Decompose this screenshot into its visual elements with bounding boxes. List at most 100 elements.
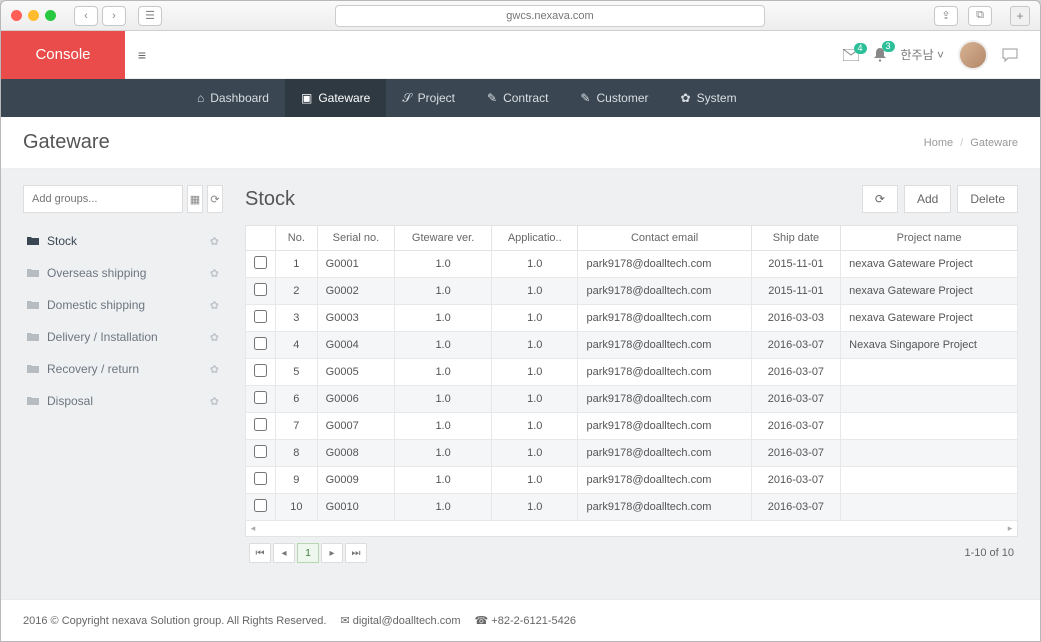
breadcrumb-current: Gateware (970, 137, 1018, 149)
folder-icon (27, 332, 39, 342)
table-row[interactable]: 9G00091.01.0park9178@doalltech.com2016-0… (246, 467, 1018, 494)
avatar[interactable] (958, 40, 988, 70)
gear-icon[interactable]: ✿ (210, 267, 219, 280)
add-button[interactable]: Add (904, 185, 951, 213)
table-row[interactable]: 8G00081.01.0park9178@doalltech.com2016-0… (246, 440, 1018, 467)
cell-serial: G0006 (317, 386, 395, 413)
row-checkbox[interactable] (254, 310, 267, 323)
cell-ship: 2016-03-07 (751, 494, 840, 521)
browser-tabs-button[interactable]: ⧉ (968, 6, 992, 26)
row-checkbox[interactable] (254, 364, 267, 377)
col-ship[interactable]: Ship date (751, 226, 840, 251)
refresh-groups-icon[interactable]: ⟳ (207, 185, 223, 213)
table-row[interactable]: 1G00011.01.0park9178@doalltech.com2015-1… (246, 251, 1018, 278)
pager-last-button[interactable]: ⏭ (345, 543, 367, 563)
cell-project (841, 494, 1018, 521)
browser-forward-button[interactable]: › (102, 6, 126, 26)
cell-project (841, 386, 1018, 413)
sidebar-item[interactable]: Domestic shipping✿ (23, 289, 223, 321)
gear-icon[interactable]: ✿ (210, 363, 219, 376)
col-serial[interactable]: Serial no. (317, 226, 395, 251)
cell-email: park9178@doalltech.com (578, 332, 751, 359)
pager-prev-button[interactable]: ◂ (273, 543, 295, 563)
browser-titlebar: ‹ › ☰ gwcs.nexava.com ⇪ ⧉ + (1, 1, 1040, 31)
cell-serial: G0003 (317, 305, 395, 332)
table-row[interactable]: 5G00051.01.0park9178@doalltech.com2016-0… (246, 359, 1018, 386)
nav-customer[interactable]: ✎Customer (564, 79, 664, 117)
cell-gver: 1.0 (395, 305, 492, 332)
scroll-right-icon[interactable]: ▸ (1003, 523, 1017, 534)
table-row[interactable]: 6G00061.01.0park9178@doalltech.com2016-0… (246, 386, 1018, 413)
scroll-left-icon[interactable]: ◂ (246, 523, 260, 534)
breadcrumb-home[interactable]: Home (924, 137, 953, 149)
sidebar-item-label: Overseas shipping (47, 266, 146, 280)
sidebar-item[interactable]: Stock✿ (23, 225, 223, 257)
nav-contract[interactable]: ✎Contract (471, 79, 564, 117)
browser-back-button[interactable]: ‹ (74, 6, 98, 26)
cell-email: park9178@doalltech.com (578, 305, 751, 332)
home-icon: ⌂ (197, 91, 204, 105)
table-row[interactable]: 4G00041.01.0park9178@doalltech.com2016-0… (246, 332, 1018, 359)
brand-logo[interactable]: Console (1, 31, 125, 79)
horizontal-scrollbar[interactable]: ◂ ▸ (245, 521, 1018, 537)
row-checkbox[interactable] (254, 391, 267, 404)
nav-project[interactable]: 𝒮Project (386, 79, 471, 117)
sidebar-item[interactable]: Disposal✿ (23, 385, 223, 417)
menu-toggle-icon[interactable]: ≡ (125, 47, 159, 63)
browser-url-bar[interactable]: gwcs.nexava.com (335, 5, 765, 27)
row-checkbox[interactable] (254, 283, 267, 296)
refresh-button[interactable]: ⟳ (862, 185, 898, 213)
chat-icon[interactable] (1002, 48, 1018, 62)
add-groups-input[interactable] (23, 185, 183, 213)
add-groups-submit-icon[interactable]: ▦ (187, 185, 203, 213)
window-minimize-icon[interactable] (28, 10, 39, 21)
cell-project (841, 359, 1018, 386)
pager-next-button[interactable]: ▸ (321, 543, 343, 563)
row-checkbox[interactable] (254, 445, 267, 458)
gear-icon[interactable]: ✿ (210, 395, 219, 408)
table-row[interactable]: 10G00101.01.0park9178@doalltech.com2016-… (246, 494, 1018, 521)
gear-icon[interactable]: ✿ (210, 299, 219, 312)
window-maximize-icon[interactable] (45, 10, 56, 21)
nav-dashboard[interactable]: ⌂Dashboard (181, 79, 285, 117)
gear-icon[interactable]: ✿ (210, 331, 219, 344)
gear-icon[interactable]: ✿ (210, 235, 219, 248)
section-heading: Stock (245, 188, 295, 211)
pager-page-button[interactable]: 1 (297, 543, 319, 563)
table-row[interactable]: 7G00071.01.0park9178@doalltech.com2016-0… (246, 413, 1018, 440)
new-tab-button[interactable]: + (1010, 6, 1030, 26)
col-gver[interactable]: Gteware ver. (395, 226, 492, 251)
folder-icon (27, 364, 39, 374)
table-row[interactable]: 2G00021.01.0park9178@doalltech.com2015-1… (246, 278, 1018, 305)
row-checkbox[interactable] (254, 499, 267, 512)
row-checkbox[interactable] (254, 256, 267, 269)
mail-icon[interactable]: 4 (843, 49, 859, 61)
delete-button[interactable]: Delete (957, 185, 1018, 213)
table-row[interactable]: 3G00031.01.0park9178@doalltech.com2016-0… (246, 305, 1018, 332)
nav-gateware[interactable]: ▣Gateware (285, 79, 386, 117)
username-label[interactable]: 한주남 ˅ (901, 46, 944, 63)
sidebar-item[interactable]: Recovery / return✿ (23, 353, 223, 385)
nav-system[interactable]: ✿System (665, 79, 753, 117)
sidebar: ▦ ⟳ Stock✿Overseas shipping✿Domestic shi… (23, 185, 223, 569)
col-project[interactable]: Project name (841, 226, 1018, 251)
row-checkbox[interactable] (254, 418, 267, 431)
cell-appver: 1.0 (492, 386, 578, 413)
col-no[interactable]: No. (276, 226, 318, 251)
window-close-icon[interactable] (11, 10, 22, 21)
link-icon: 𝒮 (402, 91, 411, 106)
pager-info: 1-10 of 10 (964, 547, 1014, 559)
col-appver[interactable]: Applicatio.. (492, 226, 578, 251)
sidebar-item[interactable]: Overseas shipping ✿ (23, 257, 223, 289)
row-checkbox[interactable] (254, 337, 267, 350)
row-checkbox[interactable] (254, 472, 267, 485)
cell-gver: 1.0 (395, 467, 492, 494)
sidebar-item[interactable]: Delivery / Installation✿ (23, 321, 223, 353)
col-email[interactable]: Contact email (578, 226, 751, 251)
bell-icon[interactable]: 3 (873, 47, 887, 62)
folder-icon (27, 396, 39, 406)
pager-first-button[interactable]: ⏮ (249, 543, 271, 563)
browser-sidebar-button[interactable]: ☰ (138, 6, 162, 26)
browser-share-button[interactable]: ⇪ (934, 6, 958, 26)
cell-serial: G0009 (317, 467, 395, 494)
